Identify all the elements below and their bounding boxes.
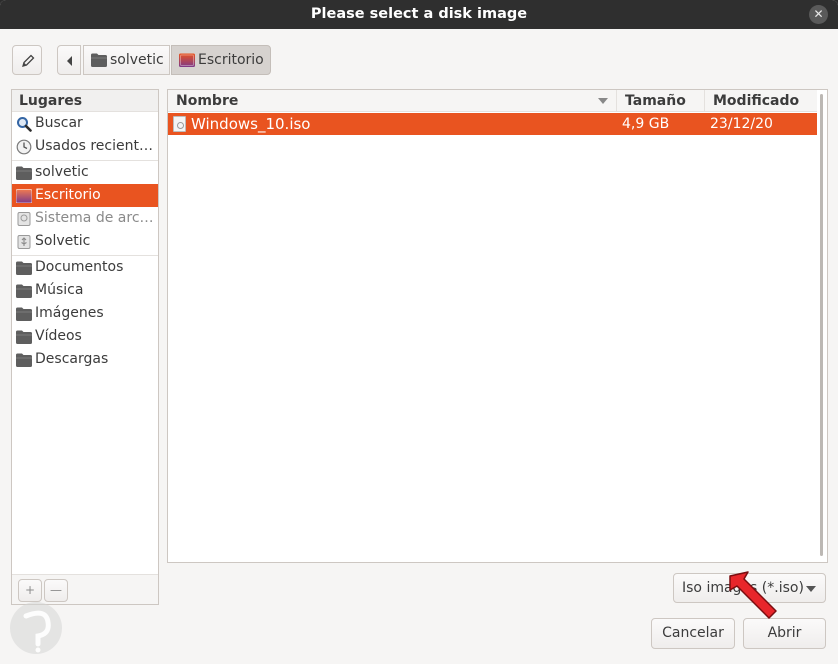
sidebar-item-recientes[interactable]: Usados recient… [12, 135, 158, 158]
sidebar-item-videos[interactable]: Vídeos [12, 325, 158, 348]
breadcrumb-label: solvetic [110, 52, 164, 68]
folder-icon [16, 284, 32, 298]
column-header-name[interactable]: Nombre [168, 90, 617, 112]
chevron-left-icon [67, 56, 72, 66]
sidebar-item-label: Buscar [35, 115, 83, 131]
title-bar: Please select a disk image ✕ [0, 0, 838, 29]
desktop-folder-icon [16, 189, 32, 203]
red-pointer-arrow-icon [729, 571, 777, 619]
file-modified: 23/12/20 [710, 116, 773, 132]
dialog-title: Please select a disk image [310, 6, 528, 22]
places-sidebar: Lugares Buscar Usados recient… solvetic [11, 89, 159, 605]
disc-image-icon [173, 116, 186, 132]
sidebar-item-label: Escritorio [35, 187, 101, 203]
sidebar-item-buscar[interactable]: Buscar [12, 112, 158, 135]
sidebar-header: Lugares [12, 90, 158, 112]
path-back-button[interactable] [57, 45, 81, 75]
sidebar-item-label: Solvetic [35, 233, 91, 249]
file-chooser-dialog: Please select a disk image ✕ solvetic Es… [0, 0, 838, 664]
chevron-down-icon [806, 586, 816, 592]
breadcrumb-label: Escritorio [198, 52, 264, 68]
cancel-button[interactable]: Cancelar [651, 618, 735, 649]
pencil-icon [22, 54, 35, 67]
sidebar-item-sistema-archivos[interactable]: Sistema de arc… [12, 207, 158, 230]
column-header-modified[interactable]: Modificado [705, 90, 817, 112]
recent-clock-icon [16, 139, 32, 155]
sidebar-item-documentos[interactable]: Documentos [12, 256, 158, 279]
sidebar-item-descargas[interactable]: Descargas [12, 348, 158, 371]
drive-icon [17, 212, 31, 226]
sidebar-item-label: Documentos [35, 259, 124, 275]
open-label: Abrir [767, 625, 802, 641]
desktop-folder-icon [179, 53, 195, 67]
sidebar-item-label: Música [35, 282, 84, 298]
remove-bookmark-button[interactable]: — [44, 579, 68, 602]
sort-descending-icon [598, 98, 608, 104]
sidebar-item-imagenes[interactable]: Imágenes [12, 302, 158, 325]
folder-icon [91, 53, 107, 67]
add-bookmark-button[interactable]: + [18, 579, 42, 602]
sidebar-item-label: Descargas [35, 351, 109, 367]
folder-icon [16, 166, 32, 180]
column-header-size[interactable]: Tamaño [617, 90, 705, 112]
column-label: Nombre [176, 93, 239, 109]
file-row[interactable]: Windows_10.iso 4,9 GB 23/12/20 [168, 113, 817, 135]
folder-icon [16, 261, 32, 275]
close-button[interactable]: ✕ [809, 5, 828, 24]
sidebar-item-label: Sistema de arc… [35, 210, 154, 226]
path-toolbar: solvetic Escritorio [0, 29, 838, 89]
usb-drive-icon [17, 235, 31, 249]
breadcrumb-escritorio[interactable]: Escritorio [171, 45, 271, 75]
sidebar-item-label: solvetic [35, 164, 89, 180]
vertical-scrollbar[interactable] [820, 94, 823, 556]
file-list-header: Nombre Tamaño Modificado [168, 90, 817, 112]
folder-icon [16, 307, 32, 321]
column-label: Tamaño [625, 93, 686, 109]
breadcrumb-solvetic[interactable]: solvetic [83, 45, 170, 75]
sidebar-item-label: Vídeos [35, 328, 82, 344]
folder-icon [16, 353, 32, 367]
sidebar-item-musica[interactable]: Música [12, 279, 158, 302]
sidebar-item-solvetic-drive[interactable]: Solvetic [12, 230, 158, 253]
file-size: 4,9 GB [622, 116, 670, 132]
solvetic-logo-watermark [10, 602, 62, 654]
sidebar-item-label: Imágenes [35, 305, 104, 321]
column-label: Modificado [713, 93, 800, 109]
sidebar-item-solvetic-home[interactable]: solvetic [12, 161, 158, 184]
plus-icon: + [24, 583, 36, 597]
edit-location-button[interactable] [12, 45, 42, 75]
cancel-label: Cancelar [662, 625, 724, 641]
folder-icon [16, 330, 32, 344]
close-icon: ✕ [813, 7, 824, 21]
sidebar-item-label: Usados recient… [35, 138, 153, 154]
sidebar-item-escritorio[interactable]: Escritorio [12, 184, 158, 207]
file-list: Nombre Tamaño Modificado Windows_10.iso … [167, 89, 828, 563]
file-name: Windows_10.iso [191, 115, 311, 133]
minus-icon: — [50, 583, 62, 597]
search-icon [17, 117, 32, 132]
